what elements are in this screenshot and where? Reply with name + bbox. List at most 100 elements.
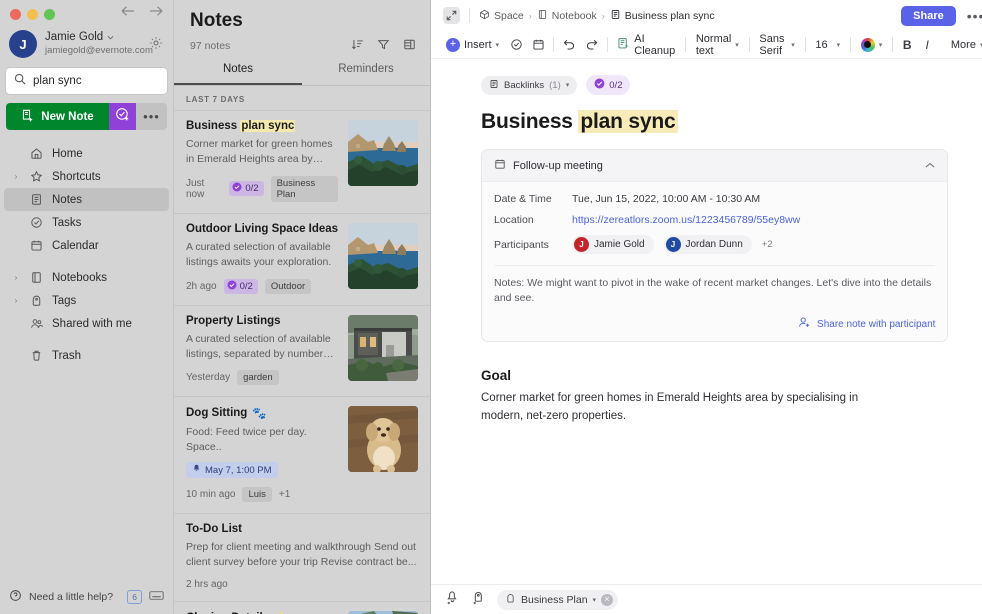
chevron-down-icon: ▾ bbox=[878, 41, 883, 49]
page-title[interactable]: Business plan sync bbox=[481, 110, 948, 134]
editor-scroll-area[interactable]: Backlinks (1) ▾ 0/2 Business plan sync F… bbox=[431, 59, 982, 584]
layout-icon[interactable] bbox=[403, 38, 416, 54]
sidebar-item-shortcuts[interactable]: › Shortcuts bbox=[4, 165, 169, 188]
text-style-select[interactable]: Normal text ▾ bbox=[693, 31, 742, 59]
task-add-icon bbox=[115, 107, 130, 127]
share-button[interactable]: Share bbox=[901, 5, 956, 26]
note-thumbnail bbox=[348, 120, 418, 186]
sidebar-item-calendar[interactable]: Calendar bbox=[4, 234, 169, 257]
notebook-pill[interactable]: Business Plan ▾ × bbox=[497, 589, 619, 610]
text-color-picker[interactable]: ▾ bbox=[858, 36, 886, 54]
note-tag[interactable]: garden bbox=[237, 370, 279, 386]
forward-arrow-icon[interactable] bbox=[149, 5, 163, 17]
new-note-button[interactable]: New Note bbox=[6, 103, 109, 130]
more-format-button[interactable]: More ▾ bbox=[948, 37, 982, 53]
task-progress-pill[interactable]: 0/2 bbox=[586, 75, 631, 95]
note-tag[interactable]: Luis bbox=[242, 487, 272, 503]
list-item[interactable]: Property Listings A curated selection of… bbox=[174, 304, 430, 397]
editor-more-button[interactable]: ••• bbox=[965, 8, 982, 24]
note-list-title: Notes bbox=[190, 10, 243, 31]
font-family-select[interactable]: Sans Serif ▾ bbox=[756, 31, 797, 59]
breadcrumb-item-current[interactable]: Business plan sync bbox=[610, 9, 715, 23]
filter-icon[interactable] bbox=[377, 38, 390, 54]
chevron-up-icon[interactable] bbox=[925, 160, 935, 172]
maximize-window-button[interactable] bbox=[44, 9, 55, 20]
search-input[interactable] bbox=[33, 75, 187, 87]
sidebar-item-notebooks[interactable]: › Notebooks bbox=[4, 266, 169, 289]
chevron-down-icon: ▾ bbox=[495, 41, 500, 49]
calendar-icon[interactable] bbox=[531, 37, 546, 52]
help-label[interactable]: Need a little help? bbox=[29, 591, 113, 603]
participant-chip[interactable]: J Jamie Gold bbox=[572, 235, 654, 254]
redo-icon[interactable] bbox=[584, 37, 600, 53]
note-page: Backlinks (1) ▾ 0/2 Business plan sync F… bbox=[431, 59, 982, 426]
close-icon[interactable]: × bbox=[601, 593, 614, 606]
sidebar-item-shared-with-me[interactable]: Shared with me bbox=[4, 312, 169, 335]
ai-cleanup-button[interactable]: AI Cleanup bbox=[614, 31, 678, 59]
expand-icon[interactable] bbox=[443, 7, 460, 24]
bold-button[interactable]: B bbox=[900, 38, 915, 52]
font-size-select[interactable]: 16 ▾ bbox=[812, 37, 843, 53]
note-tag[interactable]: Outdoor bbox=[264, 278, 312, 294]
bell-add-icon[interactable] bbox=[445, 590, 460, 610]
check-circle-icon[interactable] bbox=[509, 37, 524, 52]
tag-add-icon[interactable] bbox=[471, 590, 486, 610]
insert-button[interactable]: + Insert ▾ bbox=[443, 36, 502, 54]
task-progress-text: 0/2 bbox=[609, 79, 623, 91]
list-item[interactable]: Closing Details ⭐ bbox=[174, 601, 430, 614]
gear-icon[interactable] bbox=[149, 36, 163, 55]
participant-chip[interactable]: J Jordan Dunn bbox=[663, 235, 752, 254]
close-window-button[interactable] bbox=[10, 9, 21, 20]
share-note-with-participant-button[interactable]: Share note with participant bbox=[494, 316, 935, 332]
tab-notes[interactable]: Notes bbox=[174, 63, 302, 85]
search-box[interactable] bbox=[6, 68, 204, 94]
chevron-right-icon[interactable]: › bbox=[11, 273, 21, 282]
sidebar-item-home[interactable]: Home bbox=[4, 142, 169, 165]
note-title-plain: Dog Sitting bbox=[186, 407, 248, 420]
sidebar-item-label: Shortcuts bbox=[52, 170, 101, 183]
note-tag-extra[interactable]: +1 bbox=[279, 489, 290, 500]
font-family-value: Sans Serif bbox=[759, 32, 785, 57]
minimize-window-button[interactable] bbox=[27, 9, 38, 20]
chevron-right-icon[interactable]: › bbox=[11, 296, 21, 305]
account-row[interactable]: J Jamie Gold jamiegold@evernote.com bbox=[0, 20, 173, 58]
undo-icon[interactable] bbox=[561, 37, 577, 53]
meeting-card-header[interactable]: Follow-up meeting bbox=[482, 150, 948, 182]
participants-more-count[interactable]: +2 bbox=[762, 239, 773, 250]
list-item[interactable]: Outdoor Living Space Ideas A curated sel… bbox=[174, 212, 430, 305]
sidebar-item-notes[interactable]: Notes bbox=[4, 188, 169, 211]
chevron-down-icon: ▾ bbox=[791, 41, 795, 49]
chevron-right-icon[interactable]: › bbox=[11, 172, 21, 181]
sidebar-item-tags[interactable]: › Tags bbox=[4, 289, 169, 312]
sidebar-item-label: Notes bbox=[52, 193, 83, 206]
sidebar-item-label: Shared with me bbox=[52, 317, 132, 330]
backlinks-pill[interactable]: Backlinks (1) ▾ bbox=[481, 75, 578, 95]
sidebar-item-label: Home bbox=[52, 147, 83, 160]
goal-text[interactable]: Corner market for green homes in Emerald… bbox=[481, 390, 901, 426]
meeting-location-link[interactable]: https://zereatlors.zoom.us/1223456789/55… bbox=[572, 214, 800, 226]
sidebar-item-trash[interactable]: Trash bbox=[4, 344, 169, 367]
keyboard-icon[interactable] bbox=[149, 590, 164, 604]
note-title-emoji: 🐾 bbox=[252, 408, 267, 421]
list-item[interactable]: Dog Sitting 🐾 Food: Feed twice per day. … bbox=[174, 396, 430, 513]
back-arrow-icon[interactable] bbox=[121, 5, 135, 17]
chevron-down-icon[interactable]: ▾ bbox=[593, 596, 597, 604]
participant-name: Jordan Dunn bbox=[685, 239, 743, 250]
sort-icon[interactable] bbox=[351, 38, 364, 54]
italic-button[interactable]: I bbox=[922, 38, 933, 52]
breadcrumb-item-space[interactable]: Space bbox=[479, 9, 524, 23]
note-tag[interactable]: Business Plan bbox=[270, 175, 338, 202]
tab-reminders[interactable]: Reminders bbox=[302, 63, 430, 85]
help-badge[interactable]: 6 bbox=[127, 590, 142, 604]
new-task-button[interactable] bbox=[109, 103, 136, 130]
tag-icon bbox=[29, 294, 44, 307]
chevron-down-icon[interactable] bbox=[107, 31, 114, 45]
new-note-label: New Note bbox=[41, 110, 94, 123]
list-item[interactable]: Business plan sync Corner market for gre… bbox=[174, 110, 430, 213]
home-icon bbox=[29, 147, 44, 160]
list-item[interactable]: To-Do List Prep for client meeting and w… bbox=[174, 513, 430, 601]
sidebar-more-button[interactable]: ••• bbox=[136, 103, 167, 130]
breadcrumb-item-notebook[interactable]: Notebook bbox=[537, 9, 597, 23]
sidebar-item-tasks[interactable]: Tasks bbox=[4, 211, 169, 234]
question-circle-icon[interactable] bbox=[9, 589, 22, 605]
